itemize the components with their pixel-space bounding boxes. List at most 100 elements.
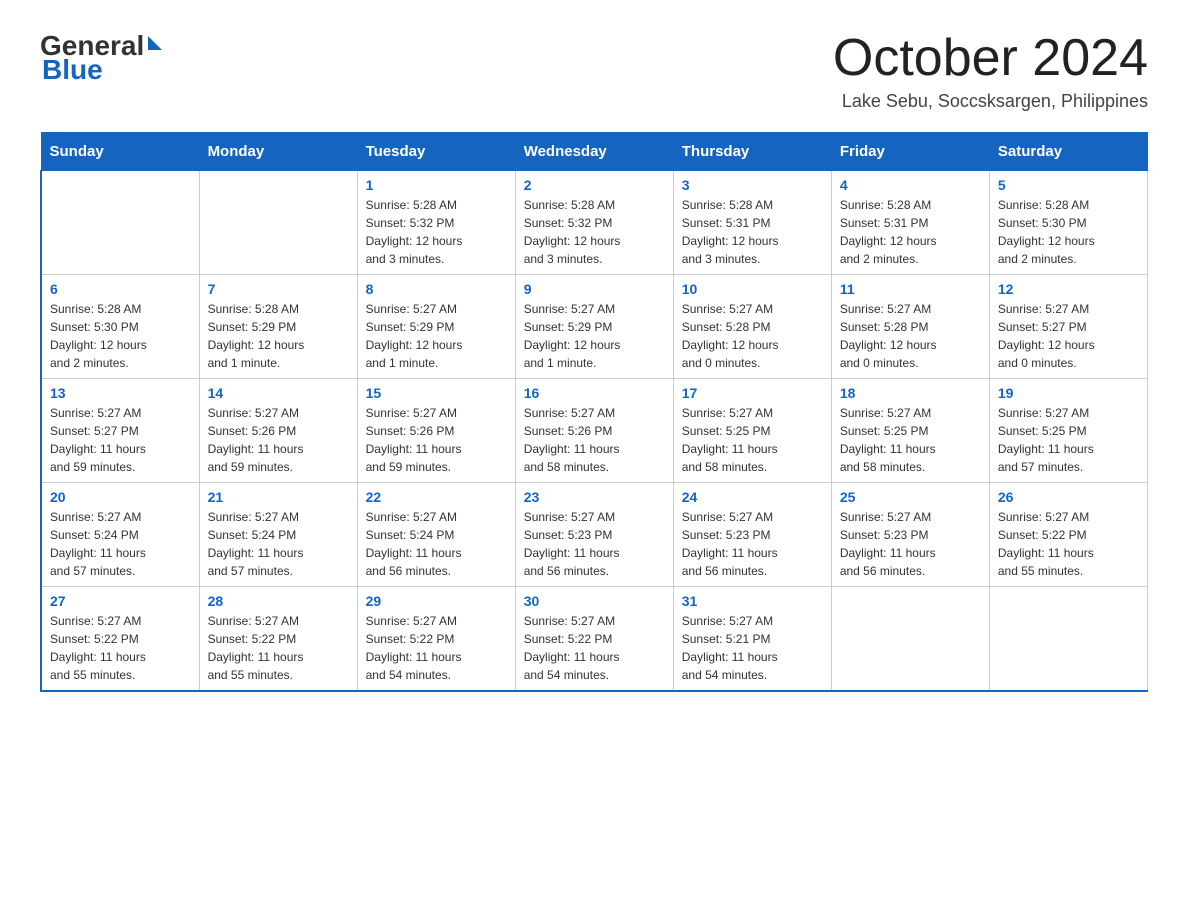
day-info: Sunrise: 5:27 AM Sunset: 5:22 PM Dayligh… [208, 612, 349, 684]
logo: General Blue [40, 30, 162, 86]
day-number: 5 [998, 177, 1139, 193]
day-number: 22 [366, 489, 507, 505]
column-header-friday: Friday [831, 133, 989, 171]
day-info: Sunrise: 5:28 AM Sunset: 5:32 PM Dayligh… [366, 196, 507, 268]
column-header-tuesday: Tuesday [357, 133, 515, 171]
calendar-cell: 19 Sunrise: 5:27 AM Sunset: 5:25 PM Dayli… [989, 379, 1147, 483]
calendar-cell: 29 Sunrise: 5:27 AM Sunset: 5:22 PM Dayli… [357, 587, 515, 692]
calendar-cell: 3 Sunrise: 5:28 AM Sunset: 5:31 PM Daylig… [673, 171, 831, 275]
calendar-cell: 10 Sunrise: 5:27 AM Sunset: 5:28 PM Dayli… [673, 275, 831, 379]
day-number: 17 [682, 385, 823, 401]
calendar-cell: 4 Sunrise: 5:28 AM Sunset: 5:31 PM Daylig… [831, 171, 989, 275]
day-info: Sunrise: 5:27 AM Sunset: 5:23 PM Dayligh… [840, 508, 981, 580]
day-info: Sunrise: 5:27 AM Sunset: 5:24 PM Dayligh… [208, 508, 349, 580]
day-info: Sunrise: 5:27 AM Sunset: 5:25 PM Dayligh… [840, 404, 981, 476]
day-number: 26 [998, 489, 1139, 505]
month-title: October 2024 [833, 30, 1148, 87]
day-info: Sunrise: 5:28 AM Sunset: 5:31 PM Dayligh… [682, 196, 823, 268]
calendar-cell: 12 Sunrise: 5:27 AM Sunset: 5:27 PM Dayli… [989, 275, 1147, 379]
day-number: 8 [366, 281, 507, 297]
day-info: Sunrise: 5:28 AM Sunset: 5:31 PM Dayligh… [840, 196, 981, 268]
day-info: Sunrise: 5:27 AM Sunset: 5:22 PM Dayligh… [998, 508, 1139, 580]
calendar-cell: 22Sunrise: 5:27 AM Sunset: 5:24 PM Dayli… [357, 483, 515, 587]
day-number: 20 [50, 489, 191, 505]
calendar-table: SundayMondayTuesdayWednesdayThursdayFrid… [40, 132, 1148, 692]
calendar-cell: 27Sunrise: 5:27 AM Sunset: 5:22 PM Dayli… [41, 587, 199, 692]
day-number: 11 [840, 281, 981, 297]
calendar-week-row: 20 Sunrise: 5:27 AM Sunset: 5:24 PM Dayli… [41, 483, 1148, 587]
day-number: 3 [682, 177, 823, 193]
calendar-cell: 20 Sunrise: 5:27 AM Sunset: 5:24 PM Dayli… [41, 483, 199, 587]
calendar-cell: 14 Sunrise: 5:27 AM Sunset: 5:26 PM Dayli… [199, 379, 357, 483]
calendar-week-row: 6Sunrise: 5:28 AM Sunset: 5:30 PM Daylig… [41, 275, 1148, 379]
column-header-thursday: Thursday [673, 133, 831, 171]
day-number: 25 [840, 489, 981, 505]
day-number: 12 [998, 281, 1139, 297]
day-number: 18 [840, 385, 981, 401]
title-section: October 2024 Lake Sebu, Soccsksargen, Ph… [833, 30, 1148, 112]
day-number: 19 [998, 385, 1139, 401]
day-info: Sunrise: 5:27 AM Sunset: 5:22 PM Dayligh… [50, 612, 191, 684]
location-text: Lake Sebu, Soccsksargen, Philippines [833, 91, 1148, 112]
day-info: Sunrise: 5:27 AM Sunset: 5:29 PM Dayligh… [366, 300, 507, 372]
calendar-cell: 11 Sunrise: 5:27 AM Sunset: 5:28 PM Dayli… [831, 275, 989, 379]
column-header-saturday: Saturday [989, 133, 1147, 171]
day-info: Sunrise: 5:28 AM Sunset: 5:32 PM Dayligh… [524, 196, 665, 268]
day-info: Sunrise: 5:27 AM Sunset: 5:22 PM Dayligh… [524, 612, 665, 684]
day-number: 24 [682, 489, 823, 505]
day-number: 14 [208, 385, 349, 401]
calendar-cell [989, 587, 1147, 692]
calendar-cell: 24 Sunrise: 5:27 AM Sunset: 5:23 PM Dayli… [673, 483, 831, 587]
calendar-cell: 23 Sunrise: 5:27 AM Sunset: 5:23 PM Dayli… [515, 483, 673, 587]
calendar-cell: 13 Sunrise: 5:27 AM Sunset: 5:27 PM Dayli… [41, 379, 199, 483]
calendar-cell: 18 Sunrise: 5:27 AM Sunset: 5:25 PM Dayli… [831, 379, 989, 483]
calendar-cell: 31Sunrise: 5:27 AM Sunset: 5:21 PM Dayli… [673, 587, 831, 692]
calendar-week-row: 13 Sunrise: 5:27 AM Sunset: 5:27 PM Dayli… [41, 379, 1148, 483]
day-info: Sunrise: 5:27 AM Sunset: 5:28 PM Dayligh… [682, 300, 823, 372]
calendar-week-row: 1Sunrise: 5:28 AM Sunset: 5:32 PM Daylig… [41, 171, 1148, 275]
calendar-cell: 9 Sunrise: 5:27 AM Sunset: 5:29 PM Daylig… [515, 275, 673, 379]
day-info: Sunrise: 5:27 AM Sunset: 5:26 PM Dayligh… [524, 404, 665, 476]
calendar-cell: 30Sunrise: 5:27 AM Sunset: 5:22 PM Dayli… [515, 587, 673, 692]
day-info: Sunrise: 5:28 AM Sunset: 5:30 PM Dayligh… [50, 300, 191, 372]
calendar-cell [199, 171, 357, 275]
calendar-cell: 2Sunrise: 5:28 AM Sunset: 5:32 PM Daylig… [515, 171, 673, 275]
day-number: 7 [208, 281, 349, 297]
day-number: 15 [366, 385, 507, 401]
day-number: 4 [840, 177, 981, 193]
calendar-cell: 5 Sunrise: 5:28 AM Sunset: 5:30 PM Daylig… [989, 171, 1147, 275]
day-info: Sunrise: 5:27 AM Sunset: 5:23 PM Dayligh… [524, 508, 665, 580]
column-header-wednesday: Wednesday [515, 133, 673, 171]
column-header-sunday: Sunday [41, 133, 199, 171]
day-info: Sunrise: 5:27 AM Sunset: 5:25 PM Dayligh… [682, 404, 823, 476]
day-info: Sunrise: 5:27 AM Sunset: 5:27 PM Dayligh… [998, 300, 1139, 372]
day-info: Sunrise: 5:28 AM Sunset: 5:30 PM Dayligh… [998, 196, 1139, 268]
day-number: 13 [50, 385, 191, 401]
day-number: 21 [208, 489, 349, 505]
day-info: Sunrise: 5:27 AM Sunset: 5:23 PM Dayligh… [682, 508, 823, 580]
calendar-cell: 6Sunrise: 5:28 AM Sunset: 5:30 PM Daylig… [41, 275, 199, 379]
day-info: Sunrise: 5:27 AM Sunset: 5:27 PM Dayligh… [50, 404, 191, 476]
calendar-cell: 28 Sunrise: 5:27 AM Sunset: 5:22 PM Dayli… [199, 587, 357, 692]
day-number: 10 [682, 281, 823, 297]
day-number: 16 [524, 385, 665, 401]
calendar-cell: 8 Sunrise: 5:27 AM Sunset: 5:29 PM Daylig… [357, 275, 515, 379]
day-info: Sunrise: 5:27 AM Sunset: 5:26 PM Dayligh… [208, 404, 349, 476]
day-info: Sunrise: 5:27 AM Sunset: 5:28 PM Dayligh… [840, 300, 981, 372]
calendar-cell: 1Sunrise: 5:28 AM Sunset: 5:32 PM Daylig… [357, 171, 515, 275]
day-info: Sunrise: 5:27 AM Sunset: 5:25 PM Dayligh… [998, 404, 1139, 476]
calendar-cell: 17 Sunrise: 5:27 AM Sunset: 5:25 PM Dayli… [673, 379, 831, 483]
day-number: 23 [524, 489, 665, 505]
day-info: Sunrise: 5:27 AM Sunset: 5:21 PM Dayligh… [682, 612, 823, 684]
day-info: Sunrise: 5:27 AM Sunset: 5:22 PM Dayligh… [366, 612, 507, 684]
day-number: 9 [524, 281, 665, 297]
day-info: Sunrise: 5:27 AM Sunset: 5:29 PM Dayligh… [524, 300, 665, 372]
day-info: Sunrise: 5:27 AM Sunset: 5:26 PM Dayligh… [366, 404, 507, 476]
column-header-monday: Monday [199, 133, 357, 171]
day-number: 28 [208, 593, 349, 609]
page-header: General Blue October 2024 Lake Sebu, Soc… [40, 30, 1148, 112]
calendar-cell: 21 Sunrise: 5:27 AM Sunset: 5:24 PM Dayli… [199, 483, 357, 587]
day-info: Sunrise: 5:27 AM Sunset: 5:24 PM Dayligh… [50, 508, 191, 580]
calendar-cell: 7Sunrise: 5:28 AM Sunset: 5:29 PM Daylig… [199, 275, 357, 379]
day-number: 29 [366, 593, 507, 609]
